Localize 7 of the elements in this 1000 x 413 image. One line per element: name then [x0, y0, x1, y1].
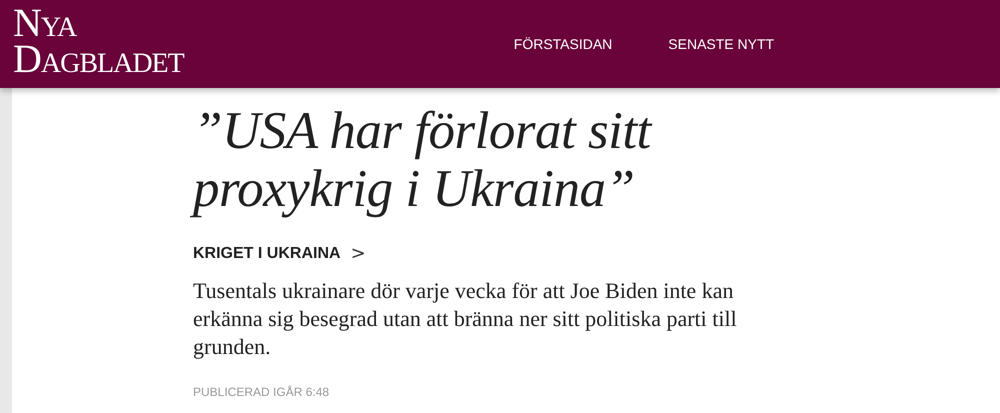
nav-link[interactable]: FÖRSTASIDAN [514, 34, 612, 54]
logo[interactable]: Nya Dagbladet [13, 5, 184, 77]
chevron-icon[interactable]: > [350, 240, 366, 267]
published-time: PUBLICERAD IGÅR 6:48 [193, 384, 330, 401]
lead-paragraph: Tusentals ukrainare dör varje vecka för att Joe Biden inte kan erkänna sig besegrad utan att bränna ner sitt politiska parti till grunden. [193, 277, 738, 361]
nav-link[interactable]: SENASTE NYTT [668, 34, 774, 54]
category-link[interactable]: KRIGET I UKRAINA [193, 242, 341, 266]
